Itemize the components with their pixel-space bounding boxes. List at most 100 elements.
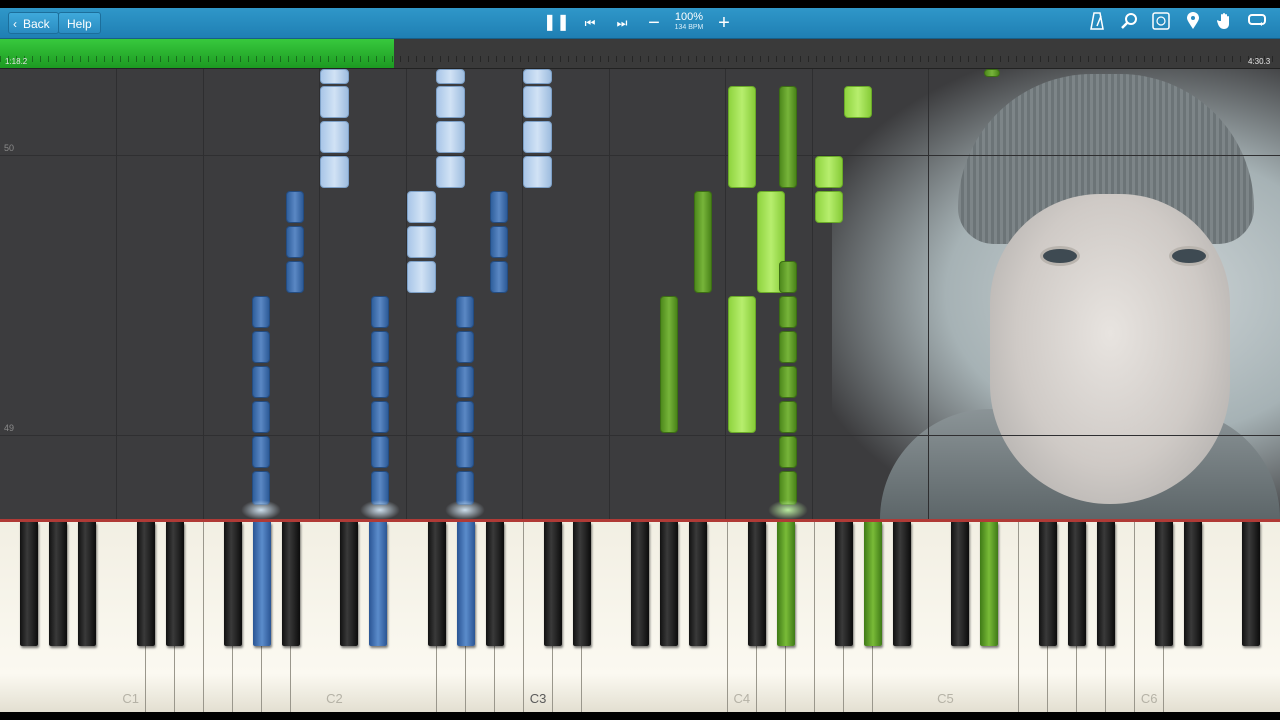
note xyxy=(815,191,843,223)
minus-icon[interactable]: − xyxy=(642,12,666,34)
black-key[interactable] xyxy=(78,522,97,646)
black-key[interactable] xyxy=(49,522,68,646)
back-button[interactable]: ‹ Back xyxy=(8,12,59,34)
note xyxy=(371,331,389,363)
next-icon[interactable]: ⏭ xyxy=(610,12,634,34)
search-icon[interactable] xyxy=(1117,12,1141,34)
octave-label: C3 xyxy=(529,691,547,706)
note xyxy=(779,296,797,328)
black-key[interactable] xyxy=(689,522,708,646)
photo-face xyxy=(990,194,1230,504)
black-key[interactable] xyxy=(282,522,300,646)
black-key[interactable] xyxy=(1184,522,1203,646)
black-key[interactable] xyxy=(20,522,39,646)
note xyxy=(371,401,389,433)
note xyxy=(320,121,349,153)
note xyxy=(779,331,797,363)
note xyxy=(407,261,436,293)
black-key[interactable] xyxy=(1067,522,1086,646)
black-key[interactable] xyxy=(252,522,271,646)
note xyxy=(252,296,270,328)
black-key[interactable] xyxy=(573,522,591,646)
note xyxy=(436,121,465,153)
black-key[interactable] xyxy=(1038,522,1057,646)
black-key[interactable] xyxy=(980,522,999,646)
black-key[interactable] xyxy=(834,522,853,646)
black-key[interactable] xyxy=(864,522,882,646)
tempo-bpm: 134 BPM xyxy=(674,24,704,31)
octave-line xyxy=(725,69,726,519)
note xyxy=(660,296,678,433)
octave-line xyxy=(609,69,610,519)
loop-icon[interactable] xyxy=(1245,12,1269,34)
note xyxy=(320,86,349,118)
black-key[interactable] xyxy=(456,522,475,646)
black-key[interactable] xyxy=(747,522,766,646)
black-key[interactable] xyxy=(485,522,504,646)
black-key[interactable] xyxy=(631,522,650,646)
black-key[interactable] xyxy=(660,522,679,646)
note xyxy=(286,261,304,293)
note xyxy=(523,121,552,153)
note xyxy=(728,86,756,188)
pause-icon[interactable]: ❚❚ xyxy=(543,12,570,34)
black-key[interactable] xyxy=(543,522,562,646)
song-progress-bar[interactable] xyxy=(0,39,1280,69)
progress-fill xyxy=(0,39,394,68)
octave-label: C6 xyxy=(1140,691,1158,706)
measure-number: 49 xyxy=(4,423,15,433)
hand-icon[interactable] xyxy=(1213,12,1237,34)
note xyxy=(371,296,389,328)
previous-icon[interactable]: ⏮ xyxy=(578,12,602,34)
note xyxy=(456,331,474,363)
progress-ticks xyxy=(0,56,1280,62)
note xyxy=(844,86,872,118)
note xyxy=(779,366,797,398)
note xyxy=(320,69,349,84)
metronome-icon[interactable] xyxy=(1085,12,1109,34)
note xyxy=(286,226,304,258)
key-hit-glow xyxy=(241,500,281,520)
measure-line xyxy=(0,155,1280,156)
black-key[interactable] xyxy=(427,522,446,646)
note xyxy=(252,331,270,363)
note xyxy=(694,191,712,293)
black-key[interactable] xyxy=(951,522,970,646)
piano-roll: 50 49 xyxy=(0,69,1280,519)
note xyxy=(436,69,465,84)
letterbox-top xyxy=(0,0,1280,8)
octave-label: C2 xyxy=(326,691,343,706)
octave-line xyxy=(928,69,929,519)
note xyxy=(728,296,756,433)
black-key[interactable] xyxy=(893,522,912,646)
black-key[interactable] xyxy=(136,522,155,646)
note xyxy=(523,69,552,84)
piano-keyboard[interactable]: C1 C2 C3 C4 C5 C6 xyxy=(0,522,1280,712)
black-key[interactable] xyxy=(340,522,359,646)
black-key[interactable] xyxy=(369,522,388,646)
help-button-label: Help xyxy=(67,17,92,31)
note-labels-icon[interactable] xyxy=(1149,12,1173,34)
marker-icon[interactable] xyxy=(1181,12,1205,34)
note xyxy=(779,261,797,293)
note xyxy=(779,86,797,188)
note xyxy=(779,401,797,433)
note xyxy=(490,261,508,293)
measure-number: 50 xyxy=(4,143,15,153)
help-button[interactable]: Help xyxy=(58,12,101,34)
note xyxy=(320,156,349,188)
note xyxy=(252,401,270,433)
black-key[interactable] xyxy=(223,522,242,646)
black-key[interactable] xyxy=(1155,522,1173,646)
octave-line xyxy=(116,69,117,519)
black-key[interactable] xyxy=(165,522,184,646)
note xyxy=(371,366,389,398)
black-key[interactable] xyxy=(776,522,795,646)
octave-line xyxy=(406,69,407,519)
plus-icon[interactable]: + xyxy=(712,12,736,34)
black-key[interactable] xyxy=(1096,522,1115,646)
note xyxy=(436,86,465,118)
note xyxy=(286,191,304,223)
black-key[interactable] xyxy=(1242,522,1261,646)
octave-line xyxy=(812,69,813,519)
